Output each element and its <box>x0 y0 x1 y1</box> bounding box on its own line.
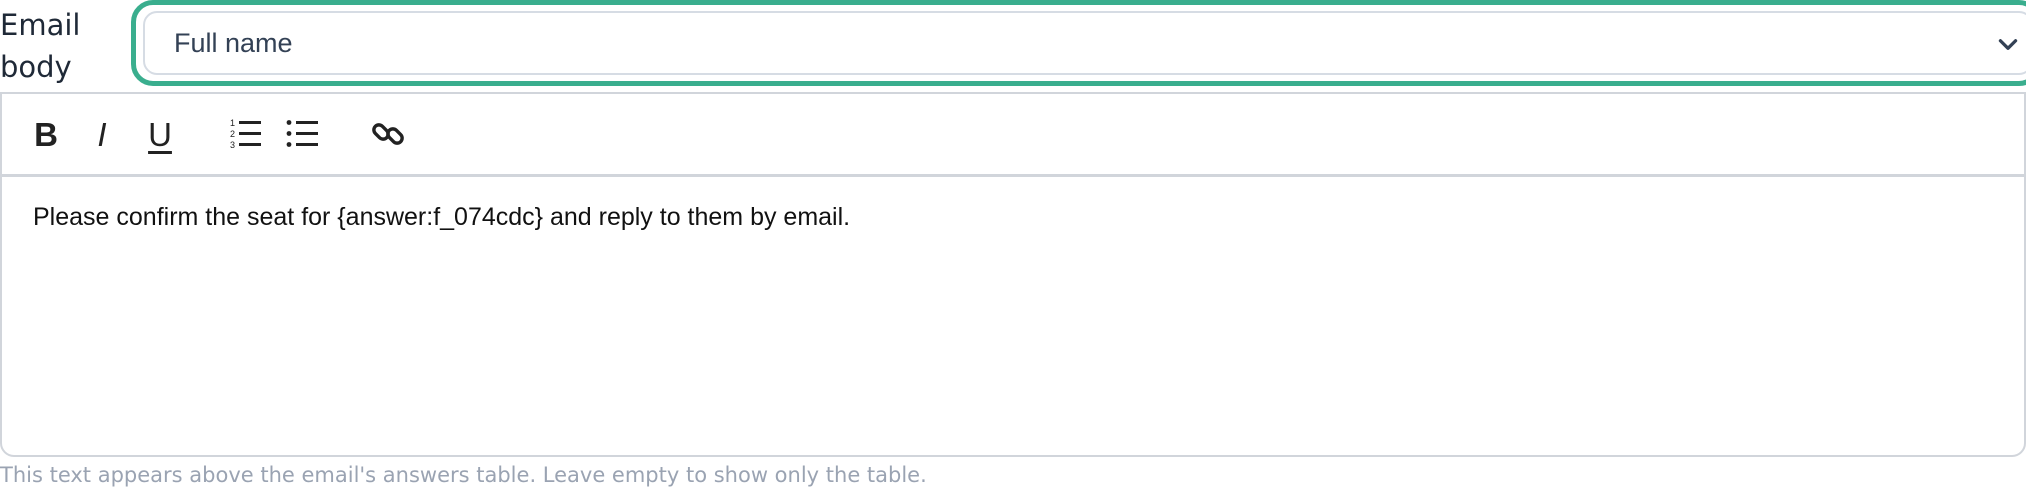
underline-icon: U <box>148 115 172 153</box>
svg-text:2: 2 <box>230 129 235 139</box>
select-value: Full name <box>174 27 293 58</box>
bullet-list-icon <box>286 120 318 147</box>
editor-content[interactable]: Please confirm the seat for {answer:f_07… <box>33 203 850 232</box>
underline-button[interactable]: U <box>138 112 182 156</box>
link-button[interactable] <box>366 112 410 156</box>
insert-field-select[interactable]: Full name <box>143 11 2026 75</box>
svg-text:1: 1 <box>230 118 235 128</box>
italic-icon: I <box>97 115 107 153</box>
help-text: This text appears above the email's answ… <box>0 463 927 487</box>
email-body-editor[interactable]: Please confirm the seat for {answer:f_07… <box>0 175 2026 457</box>
bullet-list-button[interactable] <box>281 112 325 156</box>
bold-icon: B <box>34 115 58 153</box>
bold-button[interactable]: B <box>24 112 68 156</box>
ordered-list-icon: 1 2 3 <box>230 118 261 150</box>
field-label: Email body <box>0 8 81 84</box>
link-icon <box>372 123 404 145</box>
email-body-field: Email body Full name B I U 1 2 3 Please … <box>0 0 2026 492</box>
svg-text:3: 3 <box>230 140 235 150</box>
editor-toolbar: B I U 1 2 3 <box>0 92 2026 176</box>
italic-button[interactable]: I <box>80 112 124 156</box>
ordered-list-button[interactable]: 1 2 3 <box>224 112 268 156</box>
chevron-down-icon <box>1998 39 2018 50</box>
